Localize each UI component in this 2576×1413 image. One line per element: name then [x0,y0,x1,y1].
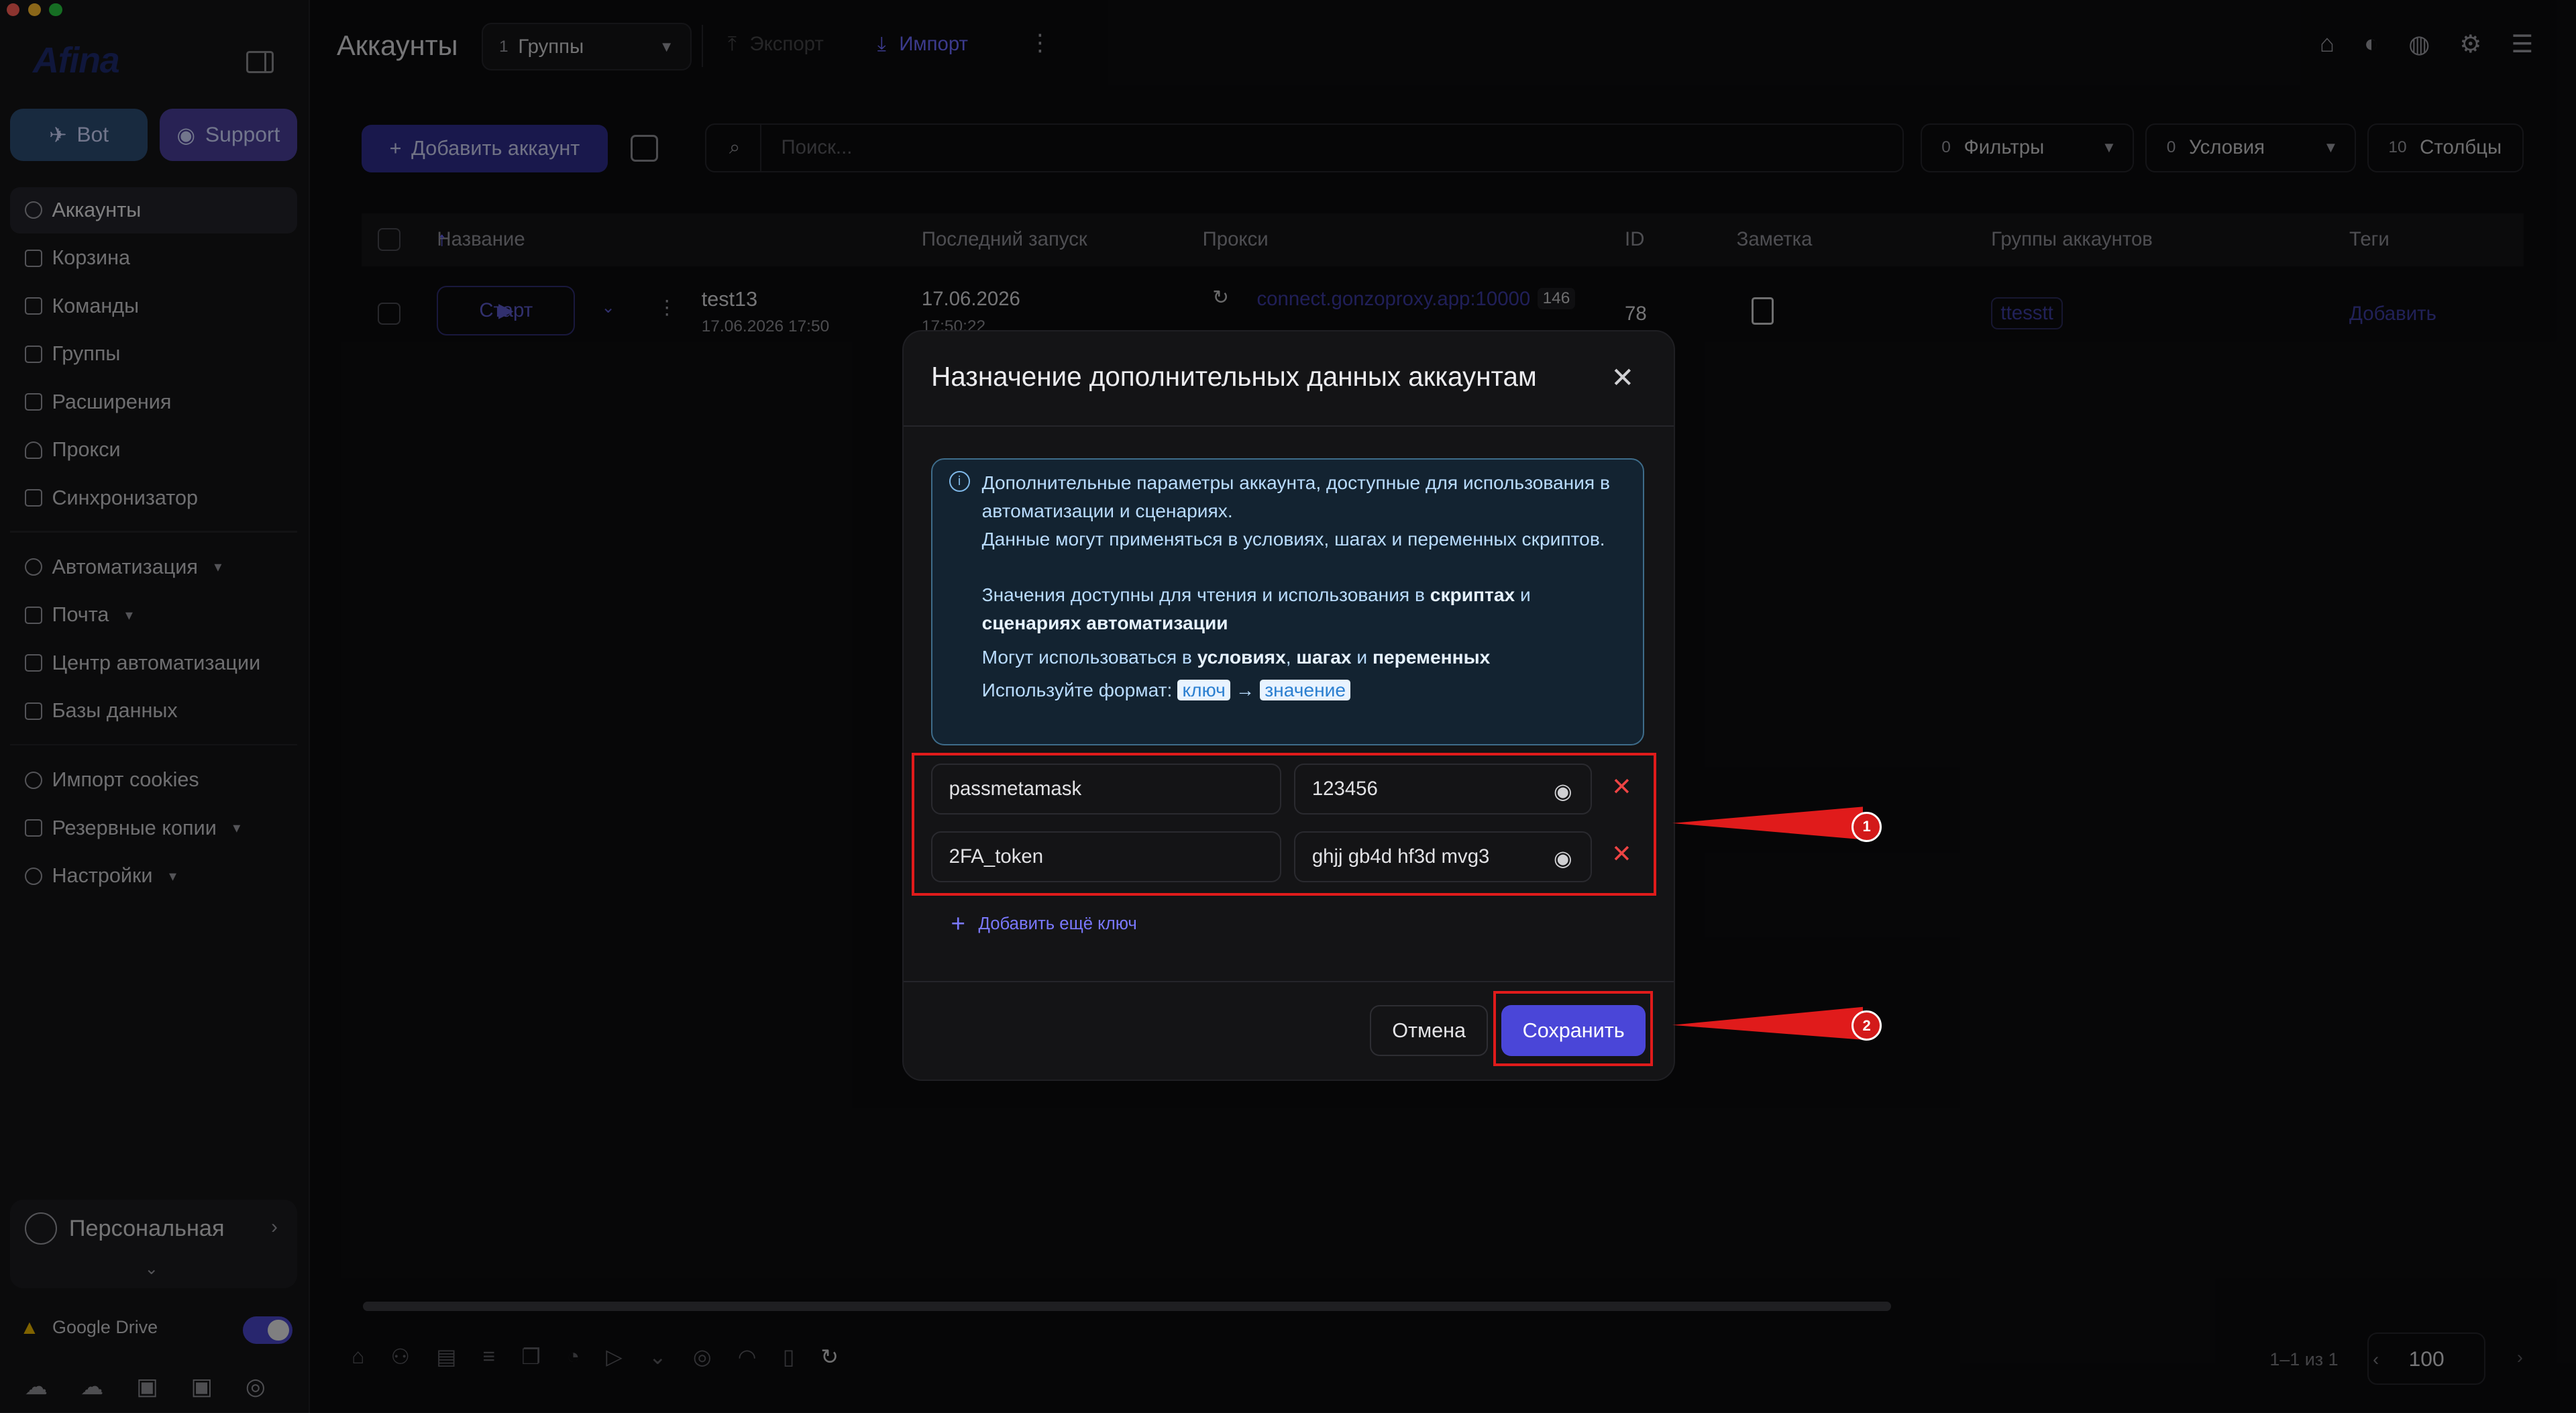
annotation-arrow-2 [1672,1007,1864,1041]
info-text: , [1285,647,1297,668]
info-emphasis: условиях [1197,647,1286,668]
add-key-label: Добавить ещё ключ [978,914,1137,933]
close-icon[interactable]: ✕ [1611,361,1634,394]
info-text: Значения доступны для чтения и использов… [981,584,1430,606]
cancel-button[interactable]: Отмена [1370,1005,1489,1057]
info-text-2: Данные могут применяться в условиях, шаг… [981,528,1605,550]
arrow-right-icon: → [1235,680,1255,701]
highlight-box-fields [912,752,1656,896]
dialog-title: Назначение дополнительных данных аккаунт… [931,361,1537,392]
info-emphasis: переменных [1372,647,1491,668]
divider [903,980,1674,983]
app-window: Afina ✈ Bot ◉ Support Аккаунты Корзина К… [0,0,2576,1413]
info-emphasis: шагах [1296,647,1352,668]
add-key-button[interactable]: + Добавить ещё ключ [951,910,1137,938]
info-text: и [1515,584,1531,606]
highlight-box-save [1493,990,1653,1067]
info-text-4: Могут использоваться в условиях, шагах и… [982,643,1627,672]
info-text-5: Используйте формат: ключ → значение [982,676,1627,704]
plus-icon: + [951,910,965,938]
annotation-badge-1: 1 [1851,811,1882,842]
annotation-arrow-1 [1672,806,1864,840]
format-value-chip: значение [1259,680,1351,701]
divider [903,425,1674,427]
format-key-chip: ключ [1177,680,1231,701]
info-text: и [1351,647,1373,668]
info-text: Могут использоваться в [981,647,1197,668]
extra-data-dialog: Назначение дополнительных данных аккаунт… [902,330,1676,1081]
info-text-1: Дополнительные параметры аккаунта, досту… [981,472,1610,522]
info-text: Используйте формат: [981,680,1173,701]
info-alert: i Дополнительные параметры аккаунта, дос… [931,458,1644,746]
info-emphasis: сценариях автоматизации [981,612,1228,633]
info-emphasis: скриптах [1430,584,1515,606]
info-icon: i [949,470,970,492]
info-text-3: Значения доступны для чтения и использов… [982,581,1627,637]
